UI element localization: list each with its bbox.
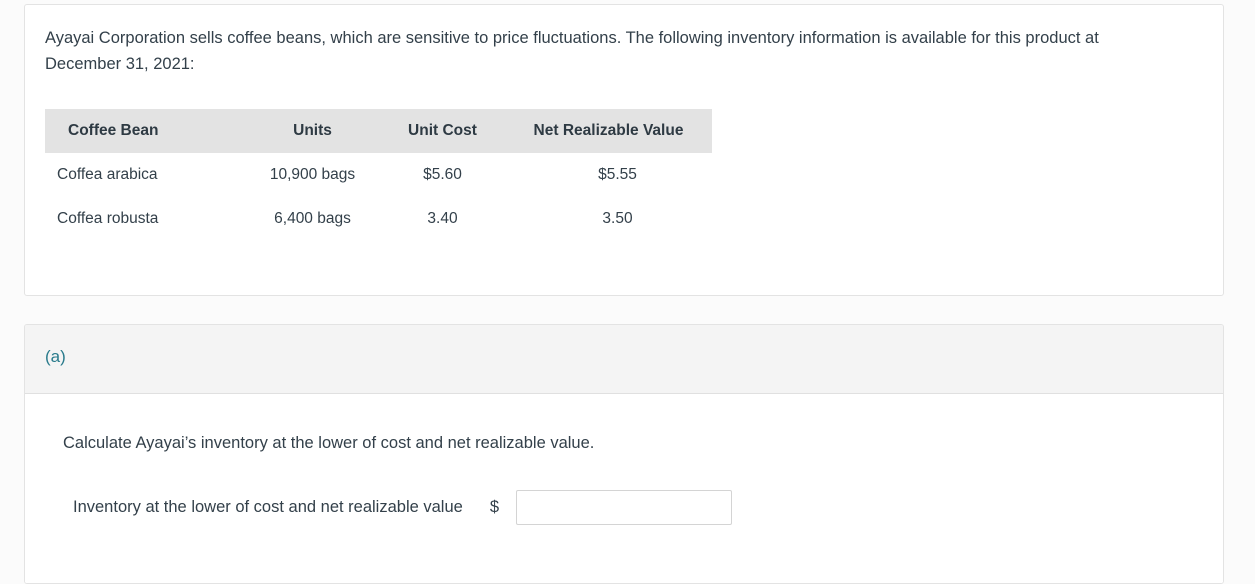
cell-bean-name: Coffea arabica [57,166,158,183]
answer-field-label: Inventory at the lower of cost and net r… [73,498,463,516]
cell-unit-cost: 3.40 [427,210,458,227]
question-part-a-card: (a) Calculate Ayayai’s inventory at the … [24,324,1224,584]
column-header-units: Units [293,122,332,139]
currency-symbol: $ [489,498,499,516]
column-header-coffee-bean: Coffee Bean [68,122,159,139]
problem-statement-card: Ayayai Corporation sells coffee beans, w… [24,4,1224,296]
cell-net-realizable-value: 3.50 [602,210,633,227]
question-body: Calculate Ayayai’s inventory at the lowe… [25,394,1223,583]
inventory-table: Coffee Bean Units Unit Cost Net Realizab… [45,109,712,241]
table-row: Coffea arabica 10,900 bags $5.60 $5.55 [45,153,712,197]
question-part-header: (a) [25,325,1223,394]
page-root: Ayayai Corporation sells coffee beans, w… [0,0,1255,584]
problem-intro-text: Ayayai Corporation sells coffee beans, w… [45,29,1099,73]
table-header-row: Coffee Bean Units Unit Cost Net Realizab… [45,109,712,153]
inventory-lcnrv-input[interactable] [516,490,732,525]
cell-units: 10,900 bags [269,166,356,183]
cell-net-realizable-value: $5.55 [598,166,637,183]
answer-input-row: Inventory at the lower of cost and net r… [73,490,732,525]
column-header-unit-cost: Unit Cost [408,122,477,139]
table-row: Coffea robusta 6,400 bags 3.40 3.50 [45,197,712,241]
column-header-net-realizable-value: Net Realizable Value [533,122,684,139]
cell-unit-cost: $5.60 [423,166,462,183]
inventory-table-head: Coffee Bean Units Unit Cost Net Realizab… [45,109,712,153]
cell-bean-name: Coffea robusta [57,210,159,227]
question-part-label: (a) [45,347,66,366]
cell-units: 6,400 bags [274,210,351,227]
question-prompt-text: Calculate Ayayai’s inventory at the lowe… [63,434,595,452]
inventory-table-body: Coffea arabica 10,900 bags $5.60 $5.55 C… [45,153,712,241]
